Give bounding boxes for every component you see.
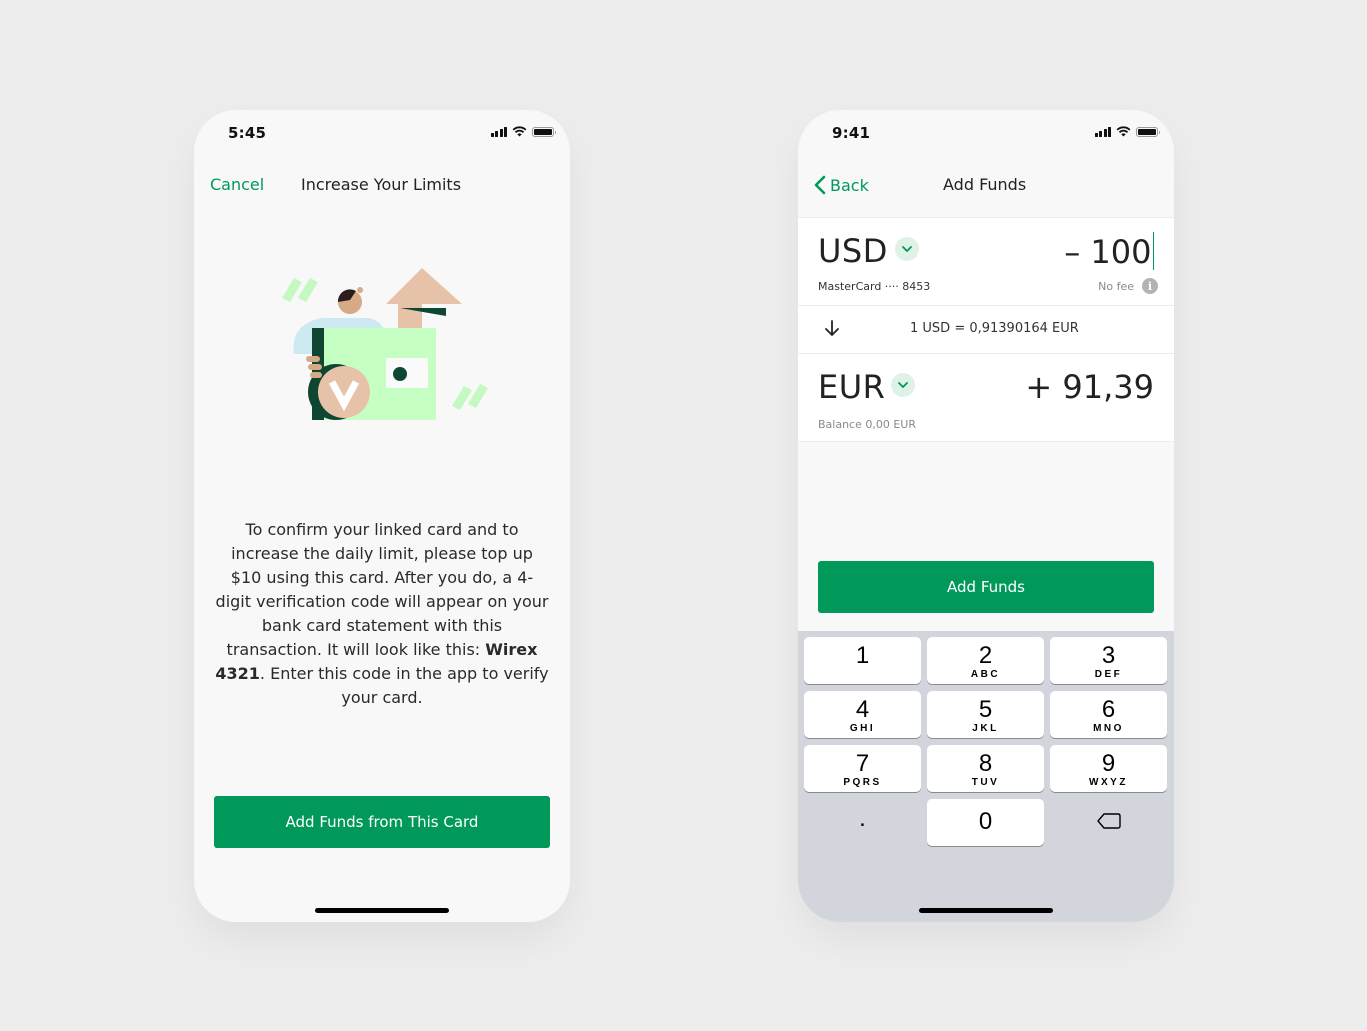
key-digit: 7 xyxy=(855,750,870,777)
page-title: Increase Your Limits xyxy=(301,175,462,194)
nav-bar: Back Add Funds xyxy=(798,162,1174,206)
key-letters: PQRS xyxy=(843,777,882,788)
status-bar: 9:41 xyxy=(798,110,1174,154)
back-label: Back xyxy=(830,175,869,195)
key-6[interactable]: 6 MNO xyxy=(1050,691,1167,738)
from-amount-value: – 100 xyxy=(1064,233,1152,271)
wifi-icon xyxy=(1116,126,1131,137)
key-letters: MNO xyxy=(1093,723,1124,734)
cancel-button[interactable]: Cancel xyxy=(210,175,264,194)
to-currency-code: EUR xyxy=(818,368,886,406)
cellular-signal-icon xyxy=(1094,126,1111,137)
key-digit: 6 xyxy=(1101,696,1116,723)
exchange-rate-row: 1 USD = 0,91390164 EUR xyxy=(798,306,1174,354)
chevron-down-icon xyxy=(898,382,908,388)
info-icon[interactable]: i xyxy=(1142,278,1158,294)
key-8[interactable]: 8 TUV xyxy=(927,745,1044,792)
card-source: MasterCard ···· 8453 xyxy=(818,280,931,293)
key-digit: 9 xyxy=(1101,750,1116,777)
key-letters: WXYZ xyxy=(1089,777,1128,788)
to-balance: Balance 0,00 EUR xyxy=(818,418,917,431)
exchange-rate: 1 USD = 0,91390164 EUR xyxy=(910,321,1079,336)
key-decimal[interactable]: . xyxy=(804,799,921,846)
status-time: 9:41 xyxy=(832,124,871,142)
chevron-left-icon xyxy=(814,175,826,195)
key-7[interactable]: 7 PQRS xyxy=(804,745,921,792)
key-0[interactable]: 0 xyxy=(927,799,1044,846)
instructions-text: To confirm your linked card and to incre… xyxy=(215,520,549,659)
key-1[interactable]: 1 xyxy=(804,637,921,684)
key-letters: JKL xyxy=(972,723,999,734)
key-5[interactable]: 5 JKL xyxy=(927,691,1044,738)
battery-icon xyxy=(1136,126,1160,137)
key-letters: DEF xyxy=(1094,669,1123,680)
verification-instructions: To confirm your linked card and to incre… xyxy=(214,518,550,710)
key-digit: . xyxy=(859,805,866,832)
key-letters: TUV xyxy=(971,777,1000,788)
status-icons xyxy=(490,126,556,137)
fee-label: No fee xyxy=(1098,279,1134,293)
add-funds-from-card-button[interactable]: Add Funds from This Card xyxy=(214,796,550,848)
from-currency-dropdown[interactable] xyxy=(895,237,919,261)
key-letters: ABC xyxy=(970,669,1001,680)
key-9[interactable]: 9 WXYZ xyxy=(1050,745,1167,792)
cellular-signal-icon xyxy=(490,126,507,137)
from-currency-row: USD – 100 MasterCard ···· 8453 No fee i xyxy=(798,217,1174,306)
fee-info: No fee i xyxy=(1098,278,1158,294)
arrow-down-icon xyxy=(825,320,839,336)
verified-card-illustration xyxy=(282,268,488,420)
key-digit: 3 xyxy=(1101,642,1116,669)
from-amount-input[interactable]: – 100 xyxy=(1064,232,1154,271)
key-digit: 2 xyxy=(978,642,993,669)
key-digit: 8 xyxy=(978,750,993,777)
home-indicator xyxy=(315,908,449,913)
battery-icon xyxy=(532,126,556,137)
key-digit: 1 xyxy=(855,642,870,669)
key-digit: 4 xyxy=(855,696,870,723)
key-2[interactable]: 2 ABC xyxy=(927,637,1044,684)
nav-bar: Cancel Increase Your Limits xyxy=(194,162,570,206)
instructions-text-end: . Enter this code in the app to verify y… xyxy=(259,664,549,707)
backspace-icon xyxy=(1096,813,1121,829)
key-4[interactable]: 4 GHI xyxy=(804,691,921,738)
status-bar: 5:45 xyxy=(194,110,570,154)
numeric-keypad: 1 2 ABC 3 DEF 4 GHI 5 JKL 6 MNO 7 PQRS 8 TUV 9W… xyxy=(798,631,1174,922)
chevron-down-icon xyxy=(902,246,912,252)
back-button[interactable]: Back xyxy=(814,175,869,195)
wifi-icon xyxy=(512,126,527,137)
from-currency-code: USD xyxy=(818,232,888,270)
to-currency-row: EUR + 91,39 Balance 0,00 EUR xyxy=(798,354,1174,442)
home-indicator xyxy=(919,908,1053,913)
key-digit: 5 xyxy=(978,696,993,723)
to-currency-dropdown[interactable] xyxy=(891,373,915,397)
phone-add-funds: 9:41 Back Add Funds USD – 100 MasterCard… xyxy=(798,110,1174,922)
status-icons xyxy=(1094,126,1160,137)
phone-increase-limits: 5:45 Cancel Increase Your Limits To conf… xyxy=(194,110,570,922)
text-cursor xyxy=(1152,232,1154,270)
key-3[interactable]: 3 DEF xyxy=(1050,637,1167,684)
key-backspace[interactable] xyxy=(1050,799,1167,846)
key-letters: GHI xyxy=(849,723,876,734)
add-funds-button[interactable]: Add Funds xyxy=(818,561,1154,613)
page-title: Add Funds xyxy=(943,175,1027,194)
key-digit: 0 xyxy=(978,808,993,835)
status-time: 5:45 xyxy=(228,124,267,142)
to-amount: + 91,39 xyxy=(1025,368,1154,406)
